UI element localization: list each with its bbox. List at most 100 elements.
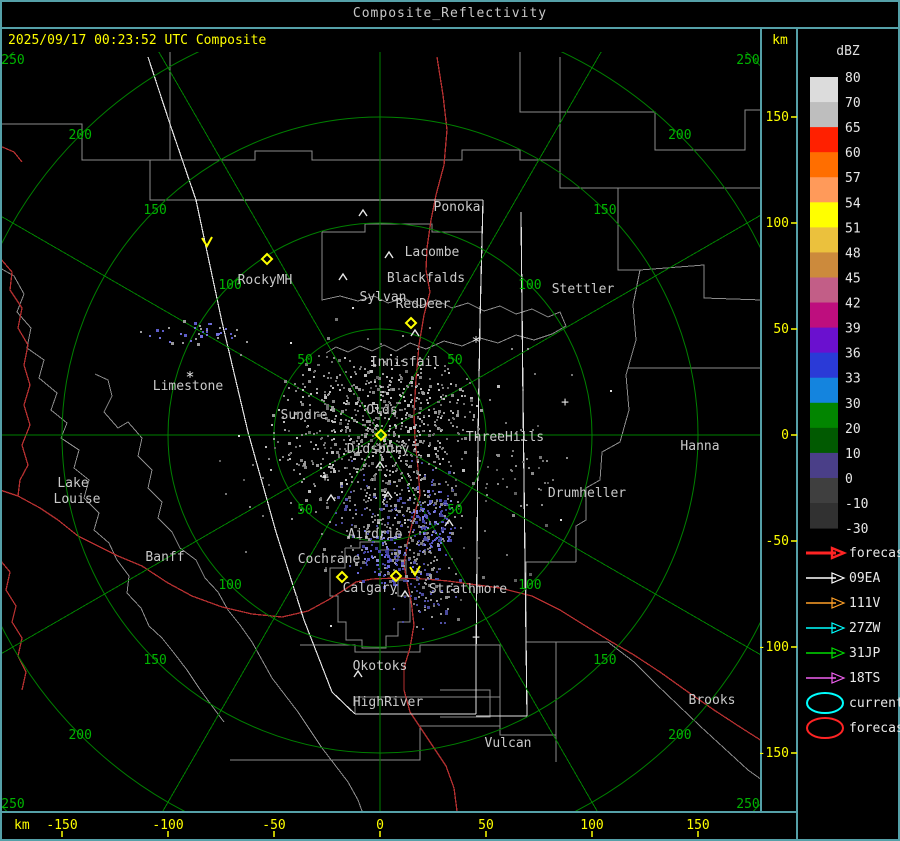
echo-pixel xyxy=(405,575,408,578)
echo-pixel xyxy=(265,446,267,448)
colorbar-value-label: 33 xyxy=(845,372,861,387)
echo-pixel xyxy=(326,452,328,454)
echo-pixel xyxy=(444,451,446,453)
echo-pixel xyxy=(417,451,419,453)
echo-pixel xyxy=(405,580,407,582)
echo-pixel xyxy=(318,364,320,366)
echo-pixel xyxy=(386,567,388,569)
echo-pixel xyxy=(346,467,348,469)
echo-pixel xyxy=(323,548,326,551)
echo-pixel xyxy=(424,475,426,477)
echo-pixel xyxy=(355,468,357,470)
echo-pixel xyxy=(402,335,404,337)
echo-pixel xyxy=(454,493,457,496)
echo-pixel xyxy=(448,461,450,463)
echo-pixel xyxy=(447,536,449,538)
echo-pixel xyxy=(365,463,367,465)
echo-pixel xyxy=(383,503,385,505)
echo-pixel xyxy=(423,423,425,425)
echo-pixel xyxy=(420,571,422,573)
echo-pixel xyxy=(450,465,452,467)
echo-pixel xyxy=(405,426,407,428)
echo-pixel xyxy=(206,334,208,336)
map-display[interactable]: 50 5050 50100 100100 100150 150150 150200 20020… xyxy=(0,0,900,841)
echo-pixel xyxy=(430,577,432,579)
echo-pixel xyxy=(407,386,409,388)
echo-pixel xyxy=(365,495,367,497)
echo-pixel xyxy=(340,482,343,485)
echo-pixel xyxy=(417,486,419,488)
colorbar-value-label: 80 xyxy=(845,71,861,86)
echo-pixel xyxy=(419,418,421,420)
echo-pixel xyxy=(330,385,332,387)
echo-pixel xyxy=(420,542,423,545)
echo-pixel xyxy=(338,456,340,458)
ring-distance-label: 200 xyxy=(668,128,691,143)
echo-pixel xyxy=(367,500,369,502)
echo-pixel xyxy=(413,509,415,511)
echo-pixel xyxy=(463,547,465,549)
echo-pixel xyxy=(429,551,431,553)
echo-pixel xyxy=(378,568,380,570)
ring-distance-label: 200 xyxy=(68,728,91,743)
echo-pixel xyxy=(362,424,364,426)
echo-pixel xyxy=(441,521,443,523)
echo-pixel xyxy=(370,387,372,389)
echo-pixel xyxy=(369,428,371,430)
echo-pixel xyxy=(385,504,388,507)
echo-pixel xyxy=(449,532,451,534)
echo-pixel xyxy=(418,544,420,546)
echo-pixel xyxy=(299,445,301,447)
echo-pixel xyxy=(414,586,416,588)
echo-pixel xyxy=(457,410,459,412)
echo-pixel xyxy=(431,484,433,486)
echo-pixel xyxy=(353,458,355,460)
echo-pixel xyxy=(321,533,323,535)
plus-marker-icon: + xyxy=(472,630,480,645)
echo-pixel xyxy=(374,519,376,521)
echo-pixel xyxy=(417,459,419,461)
colorbar-value-label: 20 xyxy=(845,422,861,437)
echo-pixel xyxy=(410,401,412,403)
echo-pixel xyxy=(343,387,345,389)
echo-pixel xyxy=(421,593,424,596)
echo-pixel xyxy=(349,500,351,502)
echo-pixel xyxy=(418,392,420,394)
echo-pixel xyxy=(183,320,186,323)
echo-pixel xyxy=(401,506,403,508)
echo-pixel xyxy=(527,348,529,350)
echo-pixel xyxy=(349,509,351,511)
colorbar-value-label: 30 xyxy=(845,397,861,412)
echo-pixel xyxy=(385,465,387,467)
echo-pixel xyxy=(332,400,335,403)
echo-pixel xyxy=(470,399,473,402)
echo-pixel xyxy=(381,554,383,556)
county-boundary xyxy=(2,268,225,723)
echo-pixel xyxy=(412,405,414,407)
echo-pixel xyxy=(371,429,374,432)
echo-pixel xyxy=(404,596,406,598)
city-label: Limestone xyxy=(153,379,224,394)
echo-pixel xyxy=(388,434,390,436)
echo-pixel xyxy=(426,573,429,576)
echo-pixel xyxy=(417,374,419,376)
colorbar-value-label: -30 xyxy=(845,522,868,537)
echo-pixel xyxy=(385,554,387,556)
echo-pixel xyxy=(401,422,403,424)
echo-pixel xyxy=(442,527,444,529)
echo-pixel xyxy=(343,439,345,441)
echo-pixel xyxy=(305,499,308,502)
echo-pixel xyxy=(284,380,287,383)
echo-pixel xyxy=(140,331,142,333)
echo-pixel xyxy=(422,502,424,504)
echo-pixel xyxy=(399,374,401,376)
echo-pixel xyxy=(438,483,440,485)
echo-pixel xyxy=(374,381,376,383)
echo-pixel xyxy=(432,540,434,542)
echo-pixel xyxy=(374,488,376,490)
echo-pixel xyxy=(426,399,428,401)
echo-pixel xyxy=(299,473,301,475)
city-label: Olds xyxy=(366,403,397,418)
echo-pixel xyxy=(463,403,465,405)
echo-pixel xyxy=(302,374,304,376)
